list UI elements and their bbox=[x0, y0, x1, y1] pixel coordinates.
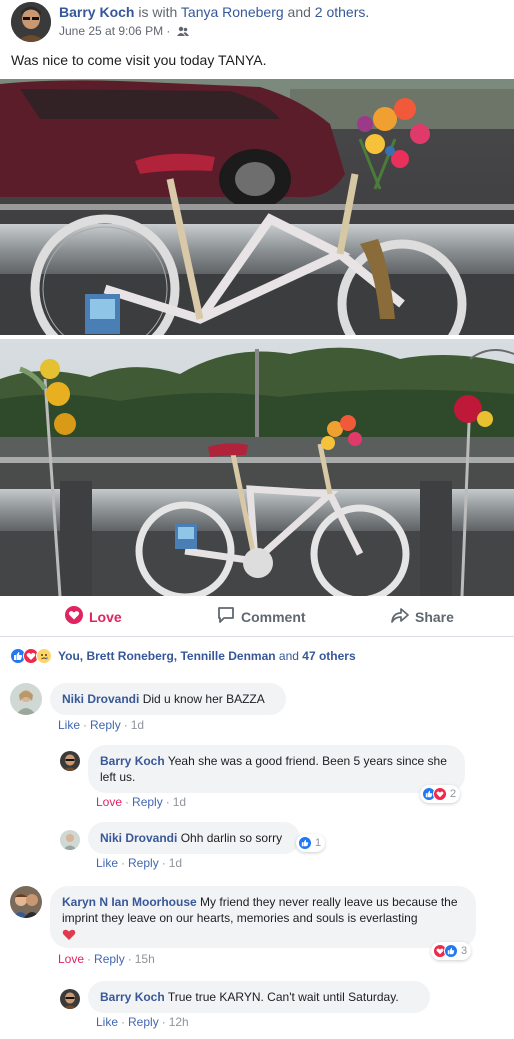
comment-meta: Like · Reply · 1d bbox=[96, 856, 183, 870]
comment-reactions[interactable]: 3 bbox=[431, 942, 472, 960]
post-timestamp[interactable]: June 25 at 9:06 PM bbox=[59, 24, 163, 38]
sad-icon bbox=[36, 648, 52, 664]
comment-time[interactable]: 12h bbox=[169, 1015, 189, 1029]
like-link[interactable]: Like bbox=[96, 856, 118, 870]
share-label: Share bbox=[415, 608, 454, 625]
author-avatar[interactable] bbox=[11, 2, 51, 42]
avatar[interactable] bbox=[10, 886, 42, 918]
with-text: is with bbox=[134, 4, 181, 20]
tagged-person[interactable]: Tanya Roneberg bbox=[181, 4, 284, 20]
post-header: Barry Koch is with Tanya Roneberg and 2 … bbox=[0, 0, 514, 44]
reply-link[interactable]: Reply bbox=[94, 952, 125, 966]
meta-separator: · bbox=[163, 24, 174, 38]
author-name[interactable]: Barry Koch bbox=[59, 4, 134, 20]
comment-bubble: Barry Koch True true KARYN. Can't wait u… bbox=[88, 981, 430, 1013]
comment-text: Ohh darlin so sorry bbox=[180, 831, 283, 845]
comment-author[interactable]: Niki Drovandi bbox=[62, 692, 139, 706]
love-link[interactable]: Love bbox=[58, 952, 84, 966]
comment-bubble: Barry Koch Yeah she was a good friend. B… bbox=[88, 745, 465, 793]
love-button[interactable]: Love bbox=[65, 606, 122, 627]
avatar[interactable] bbox=[60, 751, 80, 771]
comment-reactions[interactable]: 2 bbox=[420, 785, 461, 803]
reaction-count: 2 bbox=[450, 788, 457, 800]
avatar[interactable] bbox=[60, 989, 80, 1009]
avatar[interactable] bbox=[10, 683, 42, 715]
reactions-summary[interactable]: You, Brett Roneberg, Tennille Denman and… bbox=[10, 647, 356, 665]
comment-author[interactable]: Barry Koch bbox=[100, 754, 165, 768]
post-text: Was nice to come visit you today TANYA. bbox=[11, 52, 267, 68]
comment-author[interactable]: Karyn N Ian Moorhouse bbox=[62, 895, 197, 909]
divider bbox=[0, 636, 514, 637]
share-icon bbox=[391, 606, 409, 627]
reply-link[interactable]: Reply bbox=[128, 1015, 159, 1029]
comment-author[interactable]: Barry Koch bbox=[100, 990, 165, 1004]
reply-link[interactable]: Reply bbox=[90, 718, 121, 732]
comment-time[interactable]: 1d bbox=[169, 856, 182, 870]
avatar[interactable] bbox=[60, 830, 80, 850]
share-button[interactable]: Share bbox=[391, 606, 454, 627]
friends-icon[interactable] bbox=[176, 26, 189, 41]
comment-time[interactable]: 1d bbox=[131, 718, 144, 732]
comment-author[interactable]: Niki Drovandi bbox=[100, 831, 177, 845]
comment-bubble: Karyn N Ian Moorhouse My friend they nev… bbox=[50, 886, 476, 948]
comment-label: Comment bbox=[241, 608, 306, 625]
comment-meta: Like · Reply · 12h bbox=[96, 1015, 189, 1029]
post-photo-2[interactable] bbox=[0, 339, 514, 596]
love-link[interactable]: Love bbox=[96, 795, 122, 809]
comment-button[interactable]: Comment bbox=[217, 606, 306, 627]
comment-bubble: Niki Drovandi Ohh darlin so sorry bbox=[88, 822, 300, 854]
tagged-others[interactable]: 2 others. bbox=[315, 4, 369, 20]
comment-text: Did u know her BAZZA bbox=[142, 692, 265, 706]
love-label: Love bbox=[89, 608, 122, 625]
reaction-count: 1 bbox=[315, 837, 322, 849]
like-link[interactable]: Like bbox=[96, 1015, 118, 1029]
reactions-text[interactable]: You, Brett Roneberg, Tennille Denman and… bbox=[58, 649, 356, 663]
comment-meta: Love · Reply · 15h bbox=[58, 952, 155, 966]
love-icon bbox=[65, 606, 83, 627]
comment-time[interactable]: 15h bbox=[135, 952, 155, 966]
and-text: and bbox=[283, 4, 315, 20]
red-heart-icon bbox=[62, 928, 464, 945]
post-header-line: Barry Koch is with Tanya Roneberg and 2 … bbox=[59, 3, 369, 21]
like-link[interactable]: Like bbox=[58, 718, 80, 732]
comment-meta: Like · Reply · 1d bbox=[58, 718, 145, 732]
reactions-and: and bbox=[275, 649, 303, 663]
comment-icon bbox=[217, 606, 235, 627]
comment-time[interactable]: 1d bbox=[173, 795, 186, 809]
comment-text: True true KARYN. Can't wait until Saturd… bbox=[167, 990, 399, 1004]
reaction-count: 3 bbox=[461, 945, 468, 957]
post-photo-1[interactable] bbox=[0, 79, 514, 335]
love-icon bbox=[433, 787, 447, 801]
comment-reactions[interactable]: 1 bbox=[296, 834, 326, 852]
post-meta: June 25 at 9:06 PM · bbox=[59, 24, 189, 41]
reactions-names: You, Brett Roneberg, Tennille Denman bbox=[58, 649, 276, 663]
reactions-others: 47 others bbox=[302, 649, 356, 663]
reply-link[interactable]: Reply bbox=[132, 795, 163, 809]
comment-bubble: Niki Drovandi Did u know her BAZZA bbox=[50, 683, 286, 715]
reply-link[interactable]: Reply bbox=[128, 856, 159, 870]
comment-meta: Love · Reply · 1d bbox=[96, 795, 187, 809]
post-action-bar: Love Comment Share bbox=[0, 600, 514, 630]
like-icon bbox=[444, 944, 458, 958]
like-icon bbox=[298, 836, 312, 850]
